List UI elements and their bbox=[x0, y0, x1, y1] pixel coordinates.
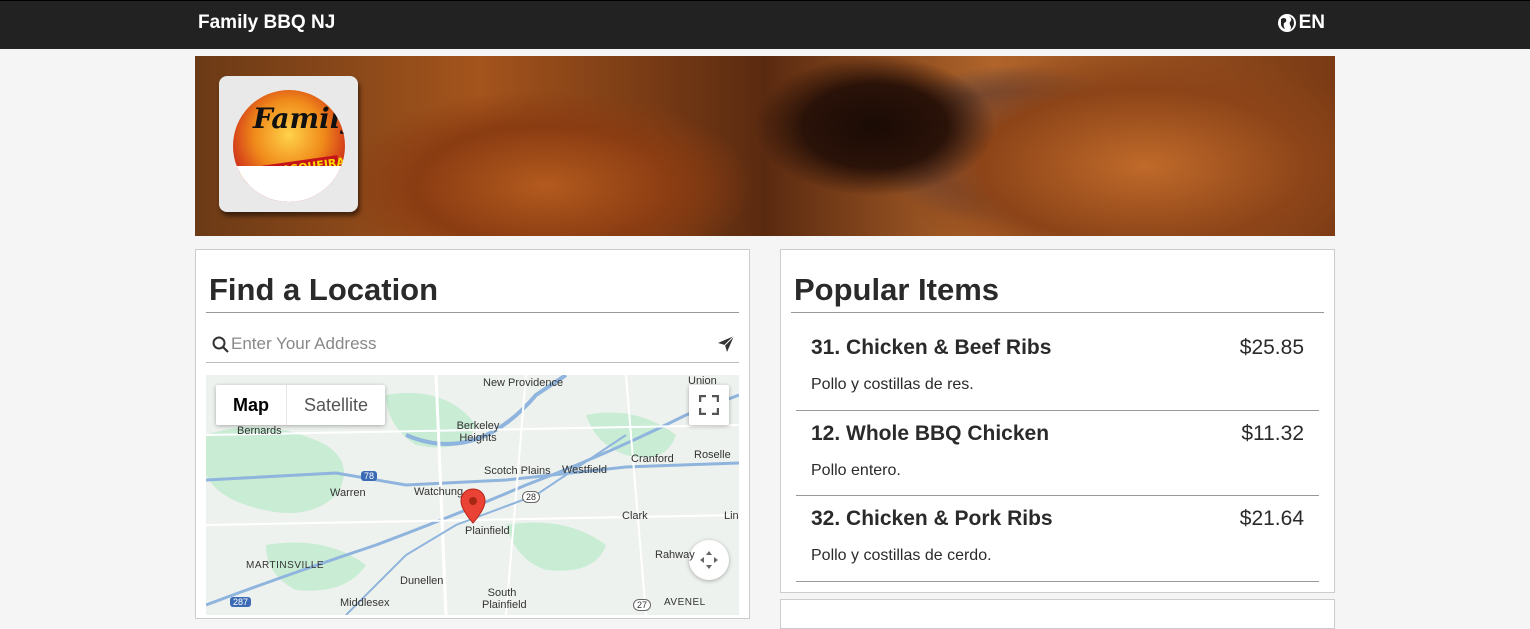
location-pin-icon[interactable] bbox=[460, 488, 486, 524]
popular-items-title: Popular Items bbox=[794, 272, 999, 307]
search-icon bbox=[212, 336, 229, 353]
map-label: Westfield bbox=[562, 464, 608, 476]
map-label: Union bbox=[688, 375, 717, 387]
menu-item-description: Pollo y costillas de cerdo. bbox=[811, 547, 992, 564]
send-location-icon[interactable] bbox=[717, 335, 735, 353]
menu-item-description: Pollo y costillas de res. bbox=[811, 376, 974, 393]
map-label: Berkeley Heights bbox=[456, 420, 500, 444]
restaurant-logo[interactable]: Family CHURRASQUEIRA bbox=[219, 76, 358, 212]
next-panel bbox=[780, 599, 1335, 629]
menu-item-name: 31. Chicken & Beef Ribs bbox=[811, 336, 1052, 359]
map-label: Cranford bbox=[631, 453, 674, 465]
logo-script-text: Family bbox=[253, 102, 345, 135]
find-location-title: Find a Location bbox=[209, 272, 439, 307]
menu-item[interactable]: 31. Chicken & Beef Ribs $25.85 Pollo y c… bbox=[796, 336, 1319, 411]
hero-banner: Family CHURRASQUEIRA bbox=[195, 56, 1335, 236]
fullscreen-button[interactable] bbox=[689, 385, 729, 425]
menu-item-price: $21.64 bbox=[1239, 507, 1304, 530]
map-camera-control[interactable] bbox=[689, 540, 729, 580]
map-label: New Providence bbox=[483, 377, 564, 389]
map-label: Watchung bbox=[414, 486, 464, 498]
menu-item-name: 32. Chicken & Pork Ribs bbox=[811, 507, 1053, 530]
menu-item[interactable]: 12. Whole BBQ Chicken $11.32 Pollo enter… bbox=[796, 422, 1319, 496]
address-search bbox=[206, 326, 739, 363]
map-view-button[interactable]: Map bbox=[216, 385, 286, 425]
menu-item-name: 12. Whole BBQ Chicken bbox=[811, 422, 1050, 445]
highway-shield: 287 bbox=[230, 597, 252, 607]
divider bbox=[791, 312, 1324, 313]
map-label: Roselle bbox=[694, 449, 731, 461]
menu-item-price: $11.32 bbox=[1241, 422, 1304, 445]
map-label: Middlesex bbox=[340, 597, 390, 609]
map-label: Linden bbox=[724, 510, 739, 522]
map-label: AVENEL bbox=[664, 597, 706, 608]
menu-item[interactable]: 32. Chicken & Pork Ribs $21.64 Pollo y c… bbox=[796, 507, 1319, 582]
address-input[interactable] bbox=[231, 332, 701, 356]
map-label: Scotch Plains bbox=[484, 465, 551, 477]
map-label: Plainfield bbox=[465, 525, 510, 537]
menu-item-price: $25.85 bbox=[1239, 336, 1304, 359]
find-location-panel: Find a Location Enter Your Address Map S… bbox=[195, 249, 750, 619]
map-type-toggle: Map Satellite bbox=[216, 385, 386, 425]
language-label: EN bbox=[1298, 12, 1325, 33]
location-map[interactable]: Map Satellite New Providence Union Berna… bbox=[206, 375, 739, 615]
popular-items-panel: Popular Items 31. Chicken & Beef Ribs $2… bbox=[780, 249, 1335, 593]
map-label: South Plainfield bbox=[482, 587, 527, 611]
pan-arrows-icon bbox=[700, 551, 718, 569]
language-selector[interactable]: EN bbox=[1277, 12, 1325, 34]
map-label: Bernards bbox=[237, 425, 282, 437]
route-shield: 28 bbox=[522, 491, 541, 503]
satellite-view-button[interactable]: Satellite bbox=[286, 385, 385, 425]
menu-item-description: Pollo entero. bbox=[811, 462, 901, 479]
map-label: Clark bbox=[622, 510, 648, 522]
divider bbox=[206, 312, 739, 313]
top-navbar: Family BBQ NJ EN bbox=[0, 0, 1530, 49]
brand-title[interactable]: Family BBQ NJ bbox=[198, 12, 335, 34]
map-label: Dunellen bbox=[400, 575, 444, 587]
fullscreen-icon bbox=[699, 395, 719, 415]
map-label: Rahway bbox=[655, 549, 695, 561]
route-shield: 27 bbox=[633, 599, 652, 611]
globe-icon bbox=[1277, 14, 1296, 32]
map-label: MARTINSVILLE bbox=[246, 560, 325, 571]
highway-shield: 78 bbox=[361, 471, 378, 481]
map-label: Warren bbox=[330, 487, 366, 499]
